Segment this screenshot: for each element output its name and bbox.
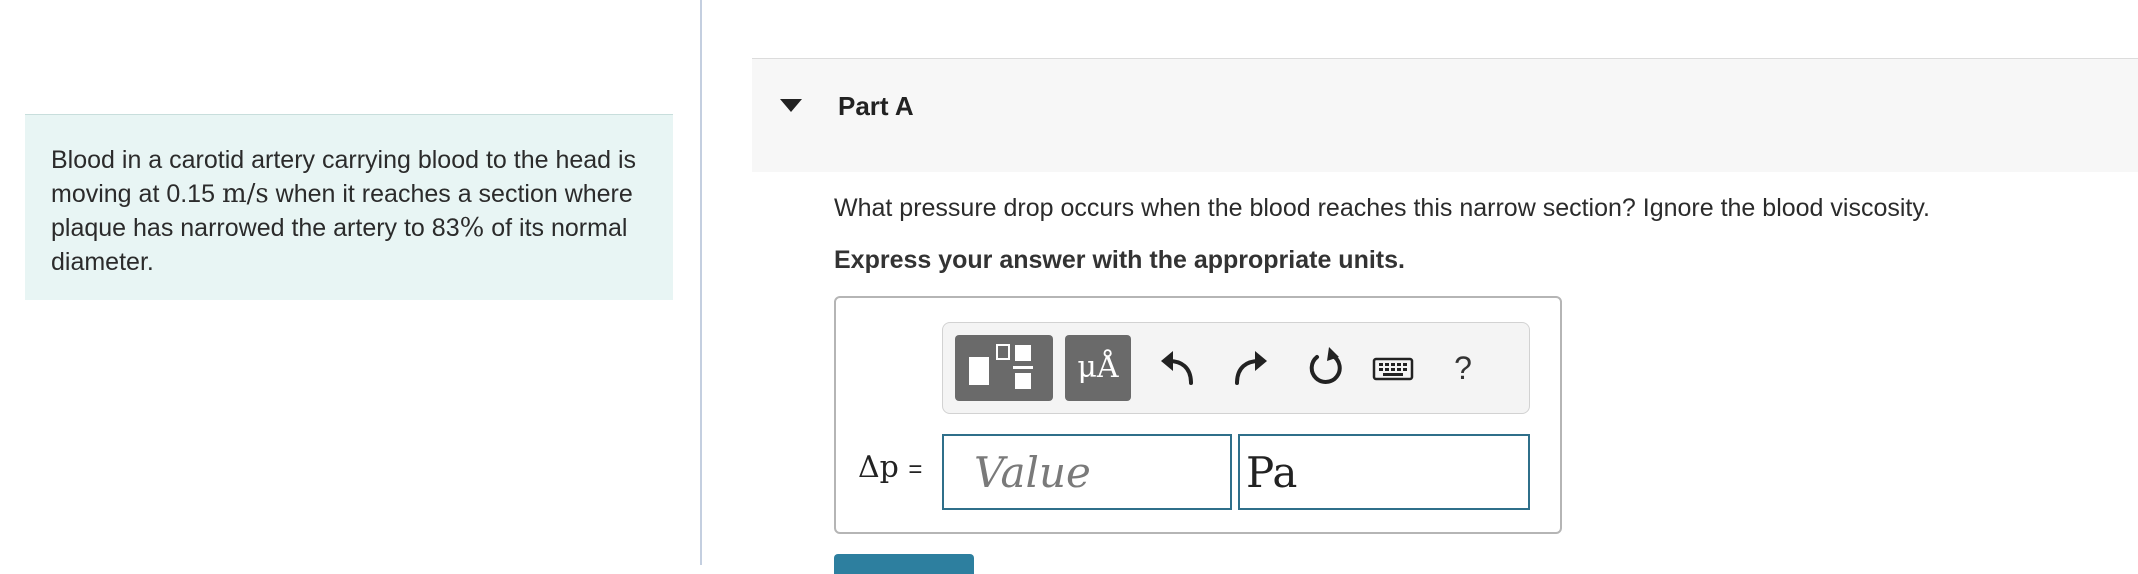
problem-unit-speed: m/s — [221, 179, 269, 209]
equals-sign: = — [908, 456, 923, 483]
panel-divider — [700, 0, 702, 565]
answer-box: μÅ ? Δp = — [834, 296, 1562, 534]
help-icon[interactable]: ? — [1443, 341, 1483, 395]
undo-icon[interactable] — [1155, 343, 1199, 393]
submit-button[interactable] — [834, 554, 974, 574]
answer-variable-label: Δp = — [858, 450, 922, 485]
value-input[interactable] — [942, 434, 1232, 510]
problem-percent: % — [459, 213, 485, 243]
variable-symbol: Δp — [858, 450, 899, 485]
part-title: Part A — [838, 91, 914, 121]
math-toolbar: μÅ ? — [942, 322, 1530, 414]
problem-statement: Blood in a carotid artery carrying blood… — [25, 114, 673, 300]
units-icon: μÅ — [1077, 350, 1119, 385]
collapse-caret-icon[interactable] — [780, 99, 802, 112]
question-text: What pressure drop occurs when the blood… — [834, 194, 1930, 222]
templates-button[interactable] — [955, 335, 1053, 401]
redo-icon[interactable] — [1229, 343, 1273, 393]
keyboard-icon[interactable] — [1371, 343, 1415, 393]
templates-icon — [969, 344, 1033, 389]
problem-panel: Blood in a carotid artery carrying blood… — [0, 0, 700, 565]
unit-input[interactable] — [1238, 434, 1530, 510]
instruction-text: Express your answer with the appropriate… — [834, 246, 1405, 274]
reset-icon[interactable] — [1303, 343, 1347, 393]
part-header[interactable]: Part A — [752, 58, 2138, 172]
units-button[interactable]: μÅ — [1065, 335, 1131, 401]
